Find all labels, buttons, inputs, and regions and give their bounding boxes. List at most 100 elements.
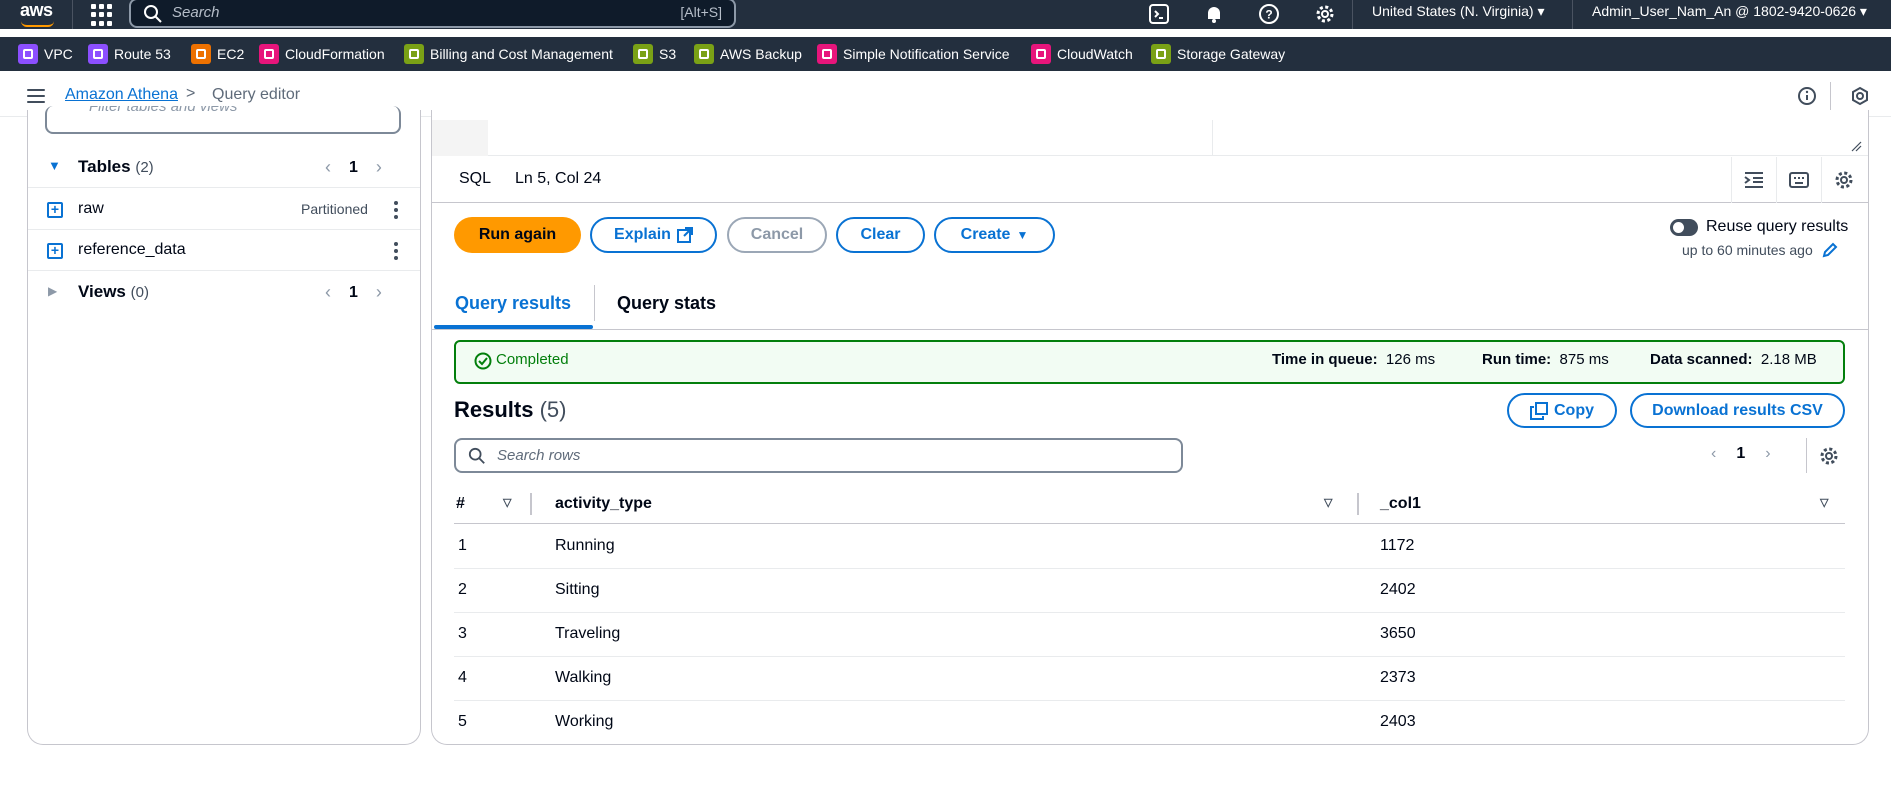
tab-query-stats[interactable]: Query stats (617, 293, 716, 314)
aws-logo[interactable]: aws (20, 0, 53, 21)
feedback-icon[interactable] (1850, 86, 1870, 106)
chevron-right-icon[interactable]: › (376, 282, 382, 303)
tab-query-results[interactable]: Query results (455, 293, 571, 314)
favorite-label: VPC (44, 46, 73, 62)
help-icon[interactable]: ? (1258, 3, 1280, 25)
chevron-right-icon[interactable]: › (376, 157, 382, 178)
divider (1830, 82, 1831, 112)
sql-editor[interactable] (432, 120, 1868, 156)
favorite-label: S3 (659, 46, 677, 62)
column-header-index[interactable]: # (456, 495, 465, 513)
cell-col1: 3650 (1380, 625, 1416, 642)
editor-status-bar (432, 157, 1868, 203)
more-actions-icon[interactable] (394, 201, 398, 222)
table-preferences-gear-icon[interactable] (1818, 445, 1840, 467)
results-heading: Results (5) (454, 397, 567, 423)
favorite-item[interactable]: Simple Notification Service (817, 44, 1010, 64)
reuse-results-toggle[interactable] (1670, 219, 1698, 236)
download-csv-button[interactable]: Download results CSV (1630, 393, 1845, 428)
caret-down-icon[interactable]: ▼ (48, 158, 61, 173)
page-number[interactable]: 1 (349, 284, 358, 302)
explain-button[interactable]: Explain (590, 217, 717, 253)
views-section-header: ▶ Views (0) ‹ 1 › (28, 273, 420, 313)
keyboard-shortcuts-icon[interactable] (1776, 157, 1821, 203)
table-item-raw[interactable]: + raw Partitioned (28, 189, 420, 230)
expand-plus-icon[interactable]: + (47, 243, 63, 259)
edit-pencil-icon[interactable] (1822, 242, 1838, 258)
expand-plus-icon[interactable]: + (47, 202, 63, 218)
region-selector[interactable]: United States (N. Virginia) ▾ (1372, 3, 1545, 20)
row-index: 4 (458, 669, 467, 686)
column-resizer[interactable] (530, 493, 532, 515)
run-label: Run time: (1482, 351, 1552, 368)
create-dropdown-button[interactable]: Create ▼ (934, 217, 1055, 253)
info-icon[interactable] (1797, 86, 1817, 106)
favorite-label: Simple Notification Service (843, 46, 1010, 62)
favorite-item[interactable]: EC2 (191, 44, 244, 64)
column-resizer[interactable] (1357, 493, 1359, 515)
search-icon (468, 447, 485, 464)
chevron-right-icon[interactable]: › (1765, 445, 1770, 463)
favorite-item[interactable]: Billing and Cost Management (404, 44, 613, 64)
favorite-item[interactable]: Storage Gateway (1151, 44, 1285, 64)
side-navigation-toggle-icon[interactable] (27, 89, 45, 103)
favorite-item[interactable]: AWS Backup (694, 44, 802, 64)
search-icon (144, 5, 162, 23)
tab-separator (594, 285, 595, 321)
table-name[interactable]: reference_data (78, 241, 186, 259)
cancel-button[interactable]: Cancel (727, 217, 827, 253)
cell-activity-type: Running (555, 537, 615, 554)
sort-icon[interactable]: ▽ (1324, 496, 1332, 509)
queue-label: Time in queue: (1272, 351, 1378, 368)
editor-settings-gear-icon[interactable] (1821, 157, 1866, 203)
service-icon (694, 44, 714, 64)
column-header-activity-type[interactable]: activity_type (555, 495, 652, 513)
caret-down-icon: ▼ (1016, 228, 1029, 242)
sort-icon[interactable]: ▽ (503, 496, 511, 509)
caret-right-icon[interactable]: ▶ (48, 284, 57, 298)
copy-button[interactable]: Copy (1507, 393, 1617, 428)
filter-tables-input[interactable]: Filter tables and views (45, 106, 401, 134)
format-query-icon[interactable] (1731, 157, 1776, 203)
chevron-left-icon[interactable]: ‹ (325, 282, 331, 303)
row-index: 1 (458, 537, 467, 554)
cursor-position: Ln 5, Col 24 (515, 170, 602, 187)
account-menu[interactable]: Admin_User_Nam_An @ 1802-9420-0626 ▾ (1592, 3, 1867, 20)
divider (1572, 0, 1573, 29)
chevron-left-icon[interactable]: ‹ (325, 157, 331, 178)
external-link-icon (676, 227, 693, 243)
resize-handle-icon[interactable] (1850, 140, 1862, 152)
cell-activity-type: Traveling (555, 625, 621, 642)
editor-print-margin (1212, 120, 1213, 156)
cloudshell-icon[interactable] (1148, 3, 1170, 25)
copy-icon (1530, 401, 1548, 420)
search-shortcut: [Alt+S] (680, 4, 722, 20)
favorite-item[interactable]: CloudFormation (259, 44, 385, 64)
notifications-bell-icon[interactable] (1203, 3, 1225, 25)
settings-gear-icon[interactable] (1314, 3, 1336, 25)
cell-activity-type: Walking (555, 669, 612, 686)
editor-language: SQL (459, 170, 492, 187)
table-row: 1 Running 1172 (454, 525, 1845, 569)
clear-button[interactable]: Clear (836, 217, 925, 253)
active-tab-indicator (434, 325, 593, 329)
favorite-item[interactable]: Route 53 (88, 44, 171, 64)
results-page-number[interactable]: 1 (1736, 445, 1745, 463)
divider (72, 0, 73, 29)
favorite-item[interactable]: CloudWatch (1031, 44, 1133, 64)
breadcrumb-link-athena[interactable]: Amazon Athena (65, 86, 178, 104)
favorite-item[interactable]: S3 (633, 44, 676, 64)
page-number[interactable]: 1 (349, 159, 358, 177)
sort-icon[interactable]: ▽ (1820, 496, 1828, 509)
chevron-left-icon[interactable]: ‹ (1711, 445, 1716, 463)
run-again-button[interactable]: Run again (454, 217, 581, 253)
search-rows-input[interactable]: Search rows (454, 438, 1183, 473)
global-search-input[interactable]: Search [Alt+S] (129, 0, 736, 28)
table-item-reference-data[interactable]: + reference_data (28, 230, 420, 271)
services-menu-icon[interactable] (91, 4, 113, 26)
table-name[interactable]: raw (78, 200, 104, 218)
favorite-item[interactable]: VPC (18, 44, 73, 64)
more-actions-icon[interactable] (394, 242, 398, 263)
column-header-col1[interactable]: _col1 (1380, 495, 1421, 513)
region-label: United States (N. Virginia) (1372, 3, 1534, 19)
